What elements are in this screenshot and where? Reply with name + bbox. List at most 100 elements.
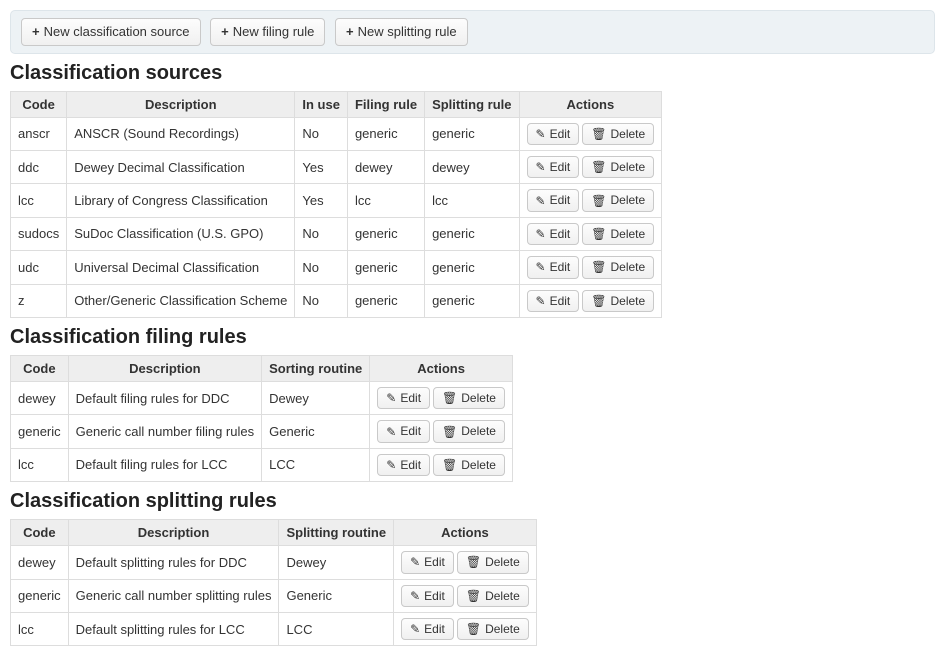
cell-routine: LCC: [262, 448, 370, 481]
splitting-rules-heading: Classification splitting rules: [10, 490, 935, 513]
table-row: ddcDewey Decimal ClassificationYesdeweyd…: [11, 150, 662, 183]
edit-button[interactable]: ✎Edit: [527, 189, 580, 211]
trash-icon: 🗑: [591, 261, 606, 273]
new-classification-source-button[interactable]: + New classification source: [21, 18, 201, 46]
actions-cell: ✎Edit 🗑 Delete: [519, 251, 662, 284]
delete-button[interactable]: 🗑 Delete: [582, 156, 654, 178]
delete-button[interactable]: 🗑Delete: [582, 123, 654, 145]
button-label: New filing rule: [233, 24, 315, 40]
edit-button[interactable]: ✎Edit: [527, 256, 580, 278]
table-row: deweyDefault filing rules for DDCDewey✎E…: [11, 381, 513, 414]
delete-button[interactable]: 🗑Delete: [433, 454, 505, 476]
delete-button[interactable]: 🗑Delete: [457, 551, 529, 573]
classification-sources-table: Code Description In use Filing rule Spli…: [10, 91, 662, 318]
cell-in-use: No: [295, 284, 348, 317]
col-code: Code: [11, 91, 67, 117]
trash-icon: 🗑: [442, 392, 457, 404]
delete-button[interactable]: 🗑 Delete: [457, 585, 529, 607]
col-description: Description: [68, 520, 279, 546]
edit-button[interactable]: ✎Edit: [401, 551, 454, 573]
cell-filing-rule: generic: [347, 117, 424, 150]
cell-splitting-rule: dewey: [425, 150, 519, 183]
cell-description: SuDoc Classification (U.S. GPO): [67, 217, 295, 250]
col-description: Description: [68, 355, 261, 381]
col-actions: Actions: [370, 355, 513, 381]
trash-icon: 🗑: [591, 161, 606, 173]
cell-code: generic: [11, 579, 69, 612]
table-row: lccLibrary of Congress ClassificationYes…: [11, 184, 662, 217]
button-label: Delete: [611, 260, 646, 274]
button-label: Delete: [611, 294, 646, 308]
col-code: Code: [11, 355, 69, 381]
trash-icon: 🗑: [591, 228, 606, 240]
cell-description: ANSCR (Sound Recordings): [67, 117, 295, 150]
edit-button[interactable]: ✎Edit: [527, 123, 580, 145]
button-label: Delete: [611, 227, 646, 241]
actions-cell: ✎Edit🗑Delete: [519, 184, 662, 217]
edit-button[interactable]: ✎Edit: [377, 420, 430, 442]
button-label: Edit: [550, 127, 571, 141]
col-actions: Actions: [394, 520, 537, 546]
table-row: genericGeneric call number splitting rul…: [11, 579, 537, 612]
button-label: Edit: [400, 424, 421, 438]
cell-code: sudocs: [11, 217, 67, 250]
delete-button[interactable]: 🗑Delete: [457, 618, 529, 640]
cell-splitting-rule: generic: [425, 117, 519, 150]
actions-cell: ✎Edit🗑Delete: [370, 381, 513, 414]
cell-code: lcc: [11, 184, 67, 217]
button-label: Edit: [424, 622, 445, 636]
cell-code: generic: [11, 415, 69, 448]
actions-cell: ✎Edit🗑Delete: [370, 448, 513, 481]
edit-button[interactable]: ✎Edit: [377, 454, 430, 476]
col-description: Description: [67, 91, 295, 117]
cell-filing-rule: generic: [347, 251, 424, 284]
pencil-icon: ✎: [386, 392, 396, 404]
cell-filing-rule: generic: [347, 284, 424, 317]
delete-button[interactable]: 🗑 Delete: [582, 256, 654, 278]
cell-description: Library of Congress Classification: [67, 184, 295, 217]
button-label: Edit: [550, 227, 571, 241]
button-label: Delete: [611, 127, 646, 141]
actions-cell: ✎Edit 🗑 Delete: [519, 150, 662, 183]
delete-button[interactable]: 🗑Delete: [582, 290, 654, 312]
col-splitting-rule: Splitting rule: [425, 91, 519, 117]
button-label: Edit: [550, 160, 571, 174]
table-row: lccDefault filing rules for LCCLCC✎Edit🗑…: [11, 448, 513, 481]
cell-code: lcc: [11, 448, 69, 481]
edit-button[interactable]: ✎Edit: [401, 618, 454, 640]
trash-icon: 🗑: [466, 590, 481, 602]
cell-description: Default splitting rules for LCC: [68, 612, 279, 645]
new-filing-rule-button[interactable]: + New filing rule: [210, 18, 325, 46]
cell-code: anscr: [11, 117, 67, 150]
pencil-icon: ✎: [410, 556, 420, 568]
cell-code: dewey: [11, 381, 69, 414]
new-splitting-rule-button[interactable]: + New splitting rule: [335, 18, 468, 46]
plus-icon: +: [32, 25, 40, 38]
edit-button[interactable]: ✎Edit: [401, 585, 454, 607]
button-label: Edit: [550, 294, 571, 308]
cell-code: dewey: [11, 546, 69, 579]
delete-button[interactable]: 🗑 Delete: [433, 420, 505, 442]
edit-button[interactable]: ✎Edit: [527, 290, 580, 312]
cell-description: Dewey Decimal Classification: [67, 150, 295, 183]
delete-button[interactable]: 🗑Delete: [582, 189, 654, 211]
cell-routine: Generic: [262, 415, 370, 448]
cell-description: Other/Generic Classification Scheme: [67, 284, 295, 317]
edit-button[interactable]: ✎Edit: [377, 387, 430, 409]
cell-description: Generic call number splitting rules: [68, 579, 279, 612]
button-label: Delete: [485, 589, 520, 603]
cell-splitting-rule: generic: [425, 217, 519, 250]
toolbar: + New classification source + New filing…: [10, 10, 935, 54]
col-filing-rule: Filing rule: [347, 91, 424, 117]
edit-button[interactable]: ✎Edit: [527, 156, 580, 178]
cell-in-use: No: [295, 117, 348, 150]
delete-button[interactable]: 🗑 Delete: [582, 223, 654, 245]
trash-icon: 🗑: [442, 426, 457, 438]
button-label: Delete: [461, 424, 496, 438]
cell-in-use: No: [295, 217, 348, 250]
actions-cell: ✎Edit 🗑 Delete: [394, 579, 537, 612]
delete-button[interactable]: 🗑Delete: [433, 387, 505, 409]
table-row: anscrANSCR (Sound Recordings)Nogenericge…: [11, 117, 662, 150]
button-label: Delete: [611, 160, 646, 174]
edit-button[interactable]: ✎Edit: [527, 223, 580, 245]
